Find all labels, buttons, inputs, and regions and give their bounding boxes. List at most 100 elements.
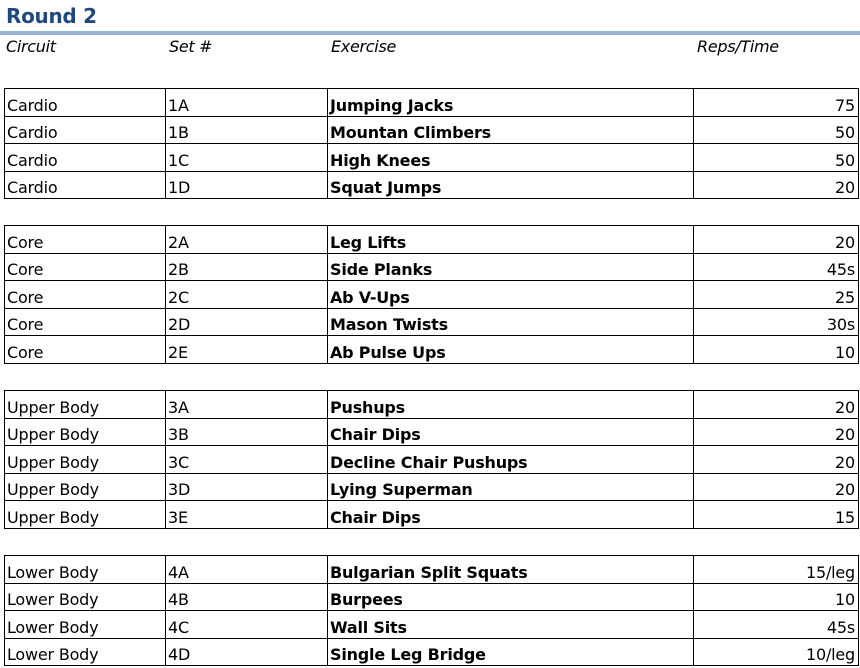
reps-time-cell[interactable]: 20 xyxy=(693,417,859,446)
circuit-cell[interactable]: Lower Body xyxy=(4,610,166,639)
table-row: Cardio 1C High Knees 50 xyxy=(4,143,859,172)
reps-time-cell[interactable]: 30s xyxy=(693,307,859,336)
table-row: Cardio 1D Squat Jumps 20 xyxy=(4,170,859,199)
column-header-exercise: Exercise xyxy=(331,37,397,56)
exercise-cell[interactable]: Side Planks xyxy=(327,252,694,281)
column-header-reps-time: Reps/Time xyxy=(697,37,779,56)
reps-time-cell[interactable]: 75 xyxy=(693,88,859,117)
exercise-cell[interactable]: Pushups xyxy=(327,390,694,419)
circuit-cell[interactable]: Cardio xyxy=(4,143,166,172)
reps-time-cell[interactable]: 20 xyxy=(693,445,859,474)
set-number-cell[interactable]: 1D xyxy=(165,170,328,199)
table-row: Core 2D Mason Twists 30s xyxy=(4,307,859,336)
exercise-cell[interactable]: Burpees xyxy=(327,582,694,611)
exercise-cell[interactable]: Ab V-Ups xyxy=(327,280,694,309)
exercise-cell[interactable]: High Knees xyxy=(327,143,694,172)
reps-time-cell[interactable]: 20 xyxy=(693,225,859,254)
table-row: Core 2C Ab V-Ups 25 xyxy=(4,280,859,309)
circuit-cell[interactable]: Core xyxy=(4,252,166,281)
set-number-cell[interactable]: 3B xyxy=(165,417,328,446)
title-underline-divider xyxy=(0,31,860,35)
exercise-cell[interactable]: Jumping Jacks xyxy=(327,88,694,117)
reps-time-cell[interactable]: 10 xyxy=(693,582,859,611)
circuit-cell[interactable]: Cardio xyxy=(4,115,166,144)
circuit-cell[interactable]: Cardio xyxy=(4,88,166,117)
set-number-cell[interactable]: 1A xyxy=(165,88,328,117)
set-number-cell[interactable]: 4A xyxy=(165,555,328,584)
reps-time-cell[interactable]: 15 xyxy=(693,500,859,529)
column-header-circuit: Circuit xyxy=(6,37,56,56)
circuit-cell[interactable]: Core xyxy=(4,307,166,336)
reps-time-cell[interactable]: 20 xyxy=(693,390,859,419)
circuit-section-table: Core 2A Leg Lifts 20 Core 2B Side Planks 45s Cor… xyxy=(4,225,859,364)
circuit-cell[interactable]: Lower Body xyxy=(4,582,166,611)
reps-time-cell[interactable]: 10/leg xyxy=(693,637,859,666)
exercise-cell[interactable]: Bulgarian Split Squats xyxy=(327,555,694,584)
set-number-cell[interactable]: 1B xyxy=(165,115,328,144)
reps-time-cell[interactable]: 10 xyxy=(693,335,859,364)
reps-time-cell[interactable]: 20 xyxy=(693,472,859,501)
set-number-cell[interactable]: 3E xyxy=(165,500,328,529)
page-title: Round 2 xyxy=(6,4,97,28)
set-number-cell[interactable]: 3C xyxy=(165,445,328,474)
table-row: Lower Body 4D Single Leg Bridge 10/leg xyxy=(4,637,859,666)
exercise-cell[interactable]: Wall Sits xyxy=(327,610,694,639)
table-row: Upper Body 3B Chair Dips 20 xyxy=(4,417,859,446)
set-number-cell[interactable]: 2D xyxy=(165,307,328,336)
set-number-cell[interactable]: 2C xyxy=(165,280,328,309)
circuit-cell[interactable]: Upper Body xyxy=(4,390,166,419)
table-row: Lower Body 4A Bulgarian Split Squats 15/leg xyxy=(4,555,859,584)
table-row: Upper Body 3D Lying Superman 20 xyxy=(4,472,859,501)
circuit-cell[interactable]: Lower Body xyxy=(4,555,166,584)
exercise-cell[interactable]: Mountan Climbers xyxy=(327,115,694,144)
circuit-cell[interactable]: Core xyxy=(4,225,166,254)
circuit-cell[interactable]: Cardio xyxy=(4,170,166,199)
set-number-cell[interactable]: 3A xyxy=(165,390,328,419)
exercise-cell[interactable]: Ab Pulse Ups xyxy=(327,335,694,364)
circuit-section-table: Cardio 1A Jumping Jacks 75 Cardio 1B Mountan C… xyxy=(4,88,859,199)
table-row: Cardio 1B Mountan Climbers 50 xyxy=(4,115,859,144)
circuit-cell[interactable]: Core xyxy=(4,280,166,309)
set-number-cell[interactable]: 2B xyxy=(165,252,328,281)
circuit-cell[interactable]: Lower Body xyxy=(4,637,166,666)
set-number-cell[interactable]: 4B xyxy=(165,582,328,611)
set-number-cell[interactable]: 3D xyxy=(165,472,328,501)
circuit-cell[interactable]: Upper Body xyxy=(4,417,166,446)
set-number-cell[interactable]: 2E xyxy=(165,335,328,364)
table-row: Upper Body 3A Pushups 20 xyxy=(4,390,859,419)
circuit-section-table: Upper Body 3A Pushups 20 Upper Body 3B Chair D… xyxy=(4,390,859,529)
table-row: Lower Body 4C Wall Sits 45s xyxy=(4,610,859,639)
table-row: Core 2B Side Planks 45s xyxy=(4,252,859,281)
table-row: Upper Body 3E Chair Dips 15 xyxy=(4,500,859,529)
set-number-cell[interactable]: 1C xyxy=(165,143,328,172)
circuit-cell[interactable]: Core xyxy=(4,335,166,364)
table-row: Core 2E Ab Pulse Ups 10 xyxy=(4,335,859,364)
set-number-cell[interactable]: 4D xyxy=(165,637,328,666)
reps-time-cell[interactable]: 45s xyxy=(693,610,859,639)
exercise-cell[interactable]: Mason Twists xyxy=(327,307,694,336)
exercise-cell[interactable]: Chair Dips xyxy=(327,417,694,446)
table-row: Upper Body 3C Decline Chair Pushups 20 xyxy=(4,445,859,474)
exercise-cell[interactable]: Decline Chair Pushups xyxy=(327,445,694,474)
exercise-cell[interactable]: Leg Lifts xyxy=(327,225,694,254)
exercise-cell[interactable]: Single Leg Bridge xyxy=(327,637,694,666)
table-row: Cardio 1A Jumping Jacks 75 xyxy=(4,88,859,117)
reps-time-cell[interactable]: 15/leg xyxy=(693,555,859,584)
circuit-section-table: Lower Body 4A Bulgarian Split Squats 15/leg… xyxy=(4,555,859,666)
circuit-cell[interactable]: Upper Body xyxy=(4,500,166,529)
column-header-set: Set # xyxy=(169,37,213,56)
reps-time-cell[interactable]: 25 xyxy=(693,280,859,309)
exercise-cell[interactable]: Lying Superman xyxy=(327,472,694,501)
reps-time-cell[interactable]: 45s xyxy=(693,252,859,281)
table-row: Core 2A Leg Lifts 20 xyxy=(4,225,859,254)
set-number-cell[interactable]: 4C xyxy=(165,610,328,639)
circuit-cell[interactable]: Upper Body xyxy=(4,472,166,501)
circuit-cell[interactable]: Upper Body xyxy=(4,445,166,474)
set-number-cell[interactable]: 2A xyxy=(165,225,328,254)
reps-time-cell[interactable]: 50 xyxy=(693,115,859,144)
reps-time-cell[interactable]: 20 xyxy=(693,170,859,199)
reps-time-cell[interactable]: 50 xyxy=(693,143,859,172)
table-row: Lower Body 4B Burpees 10 xyxy=(4,582,859,611)
exercise-cell[interactable]: Squat Jumps xyxy=(327,170,694,199)
exercise-cell[interactable]: Chair Dips xyxy=(327,500,694,529)
